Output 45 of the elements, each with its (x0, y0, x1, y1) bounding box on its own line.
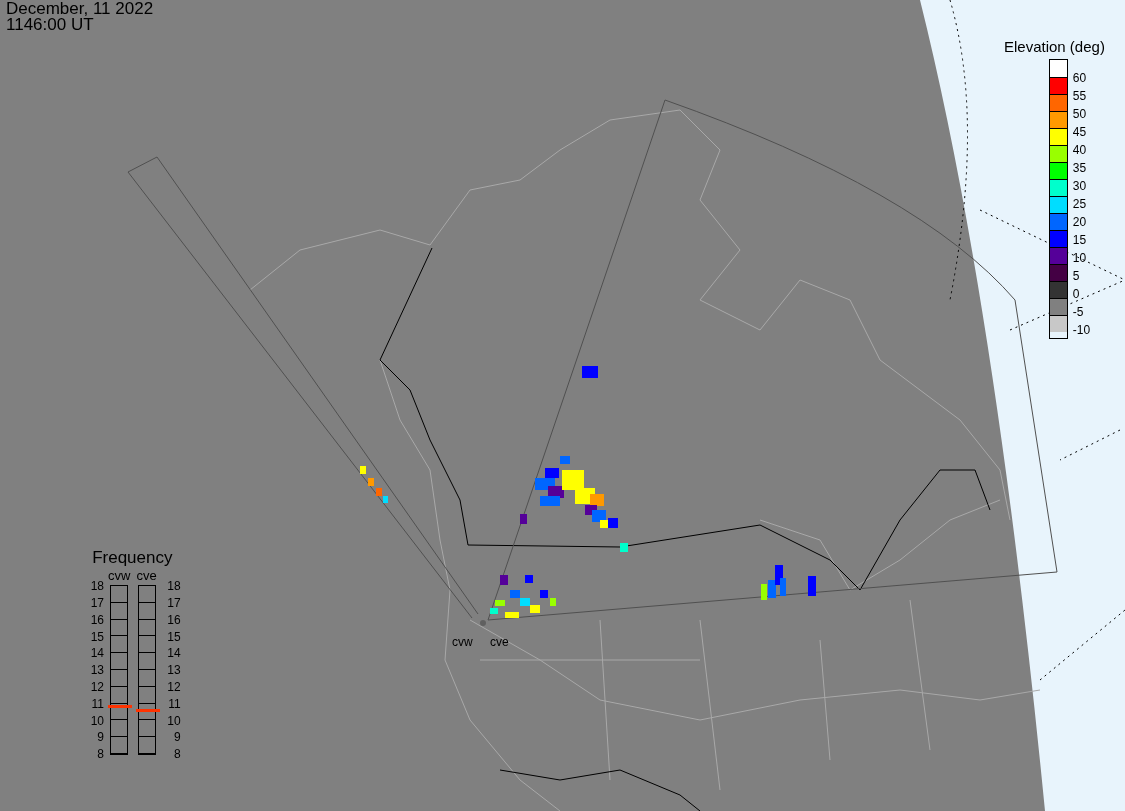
legend-label: 40 (1072, 142, 1088, 159)
frequency-tick: 13 (89, 662, 104, 679)
legend-label: 30 (1072, 178, 1088, 195)
frequency-tick: 13 (166, 662, 181, 679)
legend-label: 15 (1072, 232, 1088, 249)
radar-label: cve (490, 635, 509, 649)
frequency-tick: 10 (166, 712, 181, 730)
frequency-title: Frequency (92, 548, 173, 568)
frequency-tick: 11 (167, 695, 181, 713)
legend-label: 0 (1072, 286, 1081, 303)
frequency-tick: 15 (166, 628, 181, 646)
radar-name: cve (136, 568, 157, 583)
legend-label: 55 (1072, 88, 1088, 105)
frequency-tick: 8 (172, 746, 181, 763)
frequency-tick: 17 (89, 595, 104, 612)
legend-label: 10 (1072, 250, 1088, 267)
frequency-tick: 12 (166, 679, 181, 696)
date-label: December, 11 2022 (6, 1, 154, 17)
frequency-tick: 9 (96, 729, 104, 747)
legend-label: -10 (1072, 322, 1091, 339)
frequency-tick: 11 (90, 695, 104, 713)
radar-name: cvw (108, 568, 131, 583)
frequency-tick: 17 (166, 595, 181, 612)
frequency-tick: 10 (89, 712, 104, 730)
frequency-tick: 16 (89, 611, 104, 629)
legend-title: Elevation (deg) (1004, 38, 1105, 55)
frequency-tick: 8 (96, 746, 104, 763)
time-label: 1146:00 UT (6, 17, 95, 33)
legend-label: 5 (1072, 268, 1081, 285)
legend-label: 25 (1072, 196, 1088, 213)
legend-label: 50 (1072, 106, 1088, 123)
legend-label: 20 (1072, 214, 1088, 231)
frequency-tick: 18 (166, 578, 181, 596)
frequency-tick: 14 (166, 645, 181, 663)
frequency-tick: 9 (172, 729, 181, 747)
frequency-tick: 14 (89, 645, 104, 663)
frequency-tick: 16 (166, 611, 181, 629)
legend-label: 60 (1072, 70, 1088, 87)
legend-label: 35 (1072, 160, 1088, 177)
frequency-tick: 12 (89, 679, 104, 696)
legend-label: -5 (1072, 304, 1085, 321)
frequency-tick: 15 (89, 628, 104, 646)
radar-label: cvw (452, 635, 473, 649)
frequency-tick: 18 (89, 578, 104, 596)
legend-label: 45 (1072, 124, 1088, 141)
